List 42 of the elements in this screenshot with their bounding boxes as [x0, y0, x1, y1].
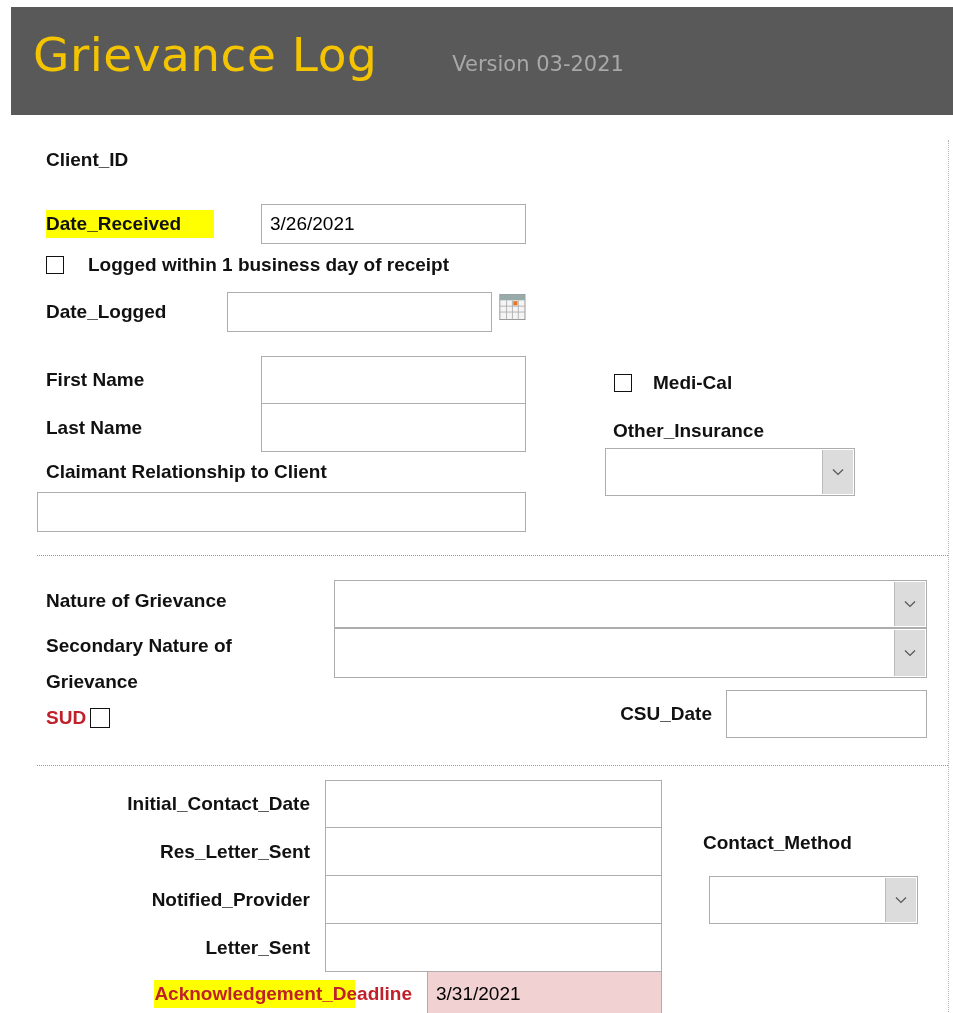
input-field[interactable] [261, 356, 526, 404]
checkbox-label: SUD [46, 707, 87, 729]
field-label: Nature of Grievance [46, 589, 228, 613]
input-field[interactable]: 3/26/2021 [261, 204, 526, 244]
checkbox[interactable] [614, 374, 632, 392]
field-label: Last Name [46, 417, 144, 439]
field-label: Other_Insurance [613, 420, 764, 442]
dropdown-field[interactable] [334, 580, 927, 628]
input-field[interactable] [325, 924, 662, 972]
field-label: Secondary Nature of Grievance [46, 634, 233, 694]
field-label: Client_ID [46, 149, 129, 171]
input-field[interactable] [325, 828, 662, 876]
field-label: Date_Logged [46, 301, 168, 323]
checkbox[interactable] [90, 708, 111, 728]
checkbox[interactable] [46, 256, 64, 274]
input-field[interactable] [325, 876, 662, 924]
chevron-down-icon [895, 896, 907, 904]
chevron-down-icon [832, 468, 844, 476]
input-field[interactable] [261, 404, 526, 452]
field-label: Claimant Relationship to Client [46, 461, 327, 483]
calendar-icon[interactable] [499, 291, 526, 323]
field-label: CSU_Date [620, 703, 712, 725]
input-field[interactable] [325, 780, 662, 828]
input-field[interactable]: 3/31/2021 [427, 972, 662, 1013]
version-label: Version 03-2021 [452, 52, 624, 76]
field-label: Initial_Contact_Date [126, 793, 311, 815]
checkbox-label: Logged within 1 business day of receipt [88, 254, 450, 276]
chevron-down-icon [904, 600, 916, 608]
dropdown-field[interactable] [605, 448, 855, 496]
input-field[interactable] [37, 492, 526, 532]
field-label: Letter_Sent [204, 937, 311, 959]
dropdown-field[interactable] [709, 876, 918, 924]
field-label: Notified_Provider [150, 889, 311, 911]
field-label: Contact_Method [703, 832, 853, 855]
input-field[interactable] [227, 292, 493, 332]
checkbox-label: Medi-Cal [653, 372, 733, 394]
dropdown-field[interactable] [334, 628, 927, 678]
chevron-down-icon [904, 649, 916, 657]
form-title: Grievance Log [33, 26, 378, 82]
field-label: First Name [46, 369, 146, 391]
input-field[interactable] [726, 690, 927, 738]
field-label: Res_Letter_Sent [159, 841, 311, 863]
